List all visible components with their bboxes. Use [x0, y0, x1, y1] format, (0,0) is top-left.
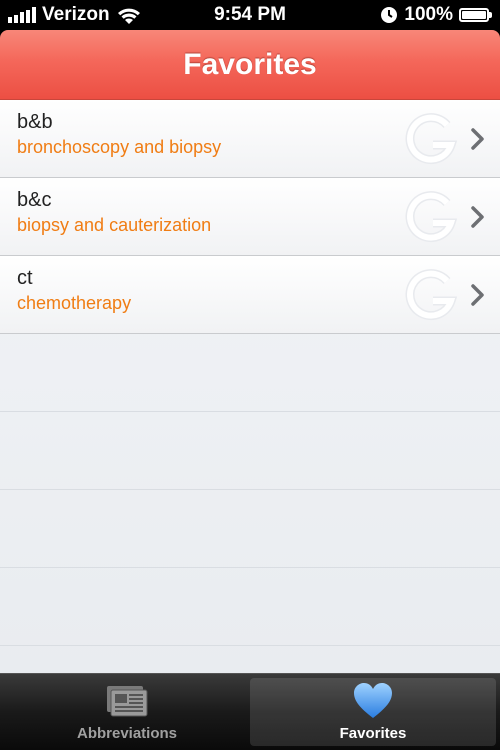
list-item[interactable]: b&c biopsy and cauterization — [0, 178, 500, 256]
chevron-right-icon[interactable] — [470, 205, 486, 229]
list-item[interactable]: b&b bronchoscopy and biopsy — [0, 100, 500, 178]
chevron-right-icon[interactable] — [470, 283, 486, 307]
tab-bar: Abbreviations Favorites — [0, 673, 500, 750]
status-left: Verizon — [8, 4, 142, 26]
tab-abbreviations[interactable]: Abbreviations — [4, 678, 250, 746]
tab-label-favorites: Favorites — [339, 725, 407, 742]
carrier-name: Verizon — [42, 4, 110, 25]
status-bar: Verizon 9:54 PM 100% — [0, 0, 500, 30]
navigation-bar: Favorites — [0, 30, 500, 100]
google-search-icon[interactable] — [400, 110, 460, 170]
page-title: Favorites — [183, 47, 317, 81]
battery-fill — [462, 11, 486, 19]
tab-favorites[interactable]: Favorites — [250, 678, 496, 746]
alarm-clock-icon — [380, 6, 398, 24]
abbreviations-icon — [105, 681, 149, 721]
status-right: 100% — [380, 4, 492, 26]
tab-label-abbreviations: Abbreviations — [76, 725, 178, 742]
list-item[interactable]: ct chemotherapy — [0, 256, 500, 334]
battery-percent: 100% — [404, 4, 453, 25]
battery-icon — [459, 8, 492, 22]
google-search-icon[interactable] — [400, 188, 460, 248]
signal-strength-icon — [8, 7, 36, 23]
wifi-icon — [116, 5, 142, 25]
heart-icon — [351, 681, 395, 721]
favorites-list[interactable]: b&b bronchoscopy and biopsy b&c biopsy a… — [0, 100, 500, 673]
google-search-icon[interactable] — [400, 266, 460, 326]
chevron-right-icon[interactable] — [470, 127, 486, 151]
